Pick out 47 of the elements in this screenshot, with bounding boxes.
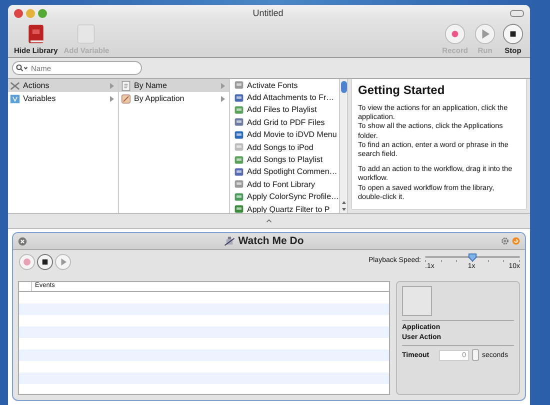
action-icon [234,117,244,128]
stop-icon [502,23,524,45]
panel-heading: Getting Started [358,83,446,97]
action-icon [234,142,244,152]
gear-icon[interactable] [501,237,509,245]
list-item[interactable]: Add Songs to iPod [230,140,339,154]
list-item[interactable]: Apply ColorSync Profile… [230,190,339,203]
list-item[interactable]: By Name [119,79,229,92]
action-icon [234,92,244,103]
scrollbar[interactable] [339,79,347,213]
scroll-thumb[interactable] [340,81,346,93]
blank-icon [75,23,98,45]
tools-icon [10,80,20,90]
list-item[interactable]: Add Movie to iDVD Menu [230,128,339,141]
list-item[interactable]: Add Grid to PDF Files [230,116,339,129]
list-item[interactable]: Activate Fonts [230,79,339,92]
close-button[interactable] [14,8,23,18]
action-icon [234,130,244,140]
scroll-arrows-icon[interactable] [340,199,346,213]
collapse-caret-icon[interactable] [266,219,272,223]
zoom-button[interactable] [38,8,47,18]
close-icon[interactable] [18,236,27,246]
stop-button[interactable] [37,254,53,270]
list-item[interactable]: Add to Font Library [230,178,339,191]
action-icon [234,154,244,165]
application-icon [121,94,131,104]
list-item[interactable]: Add Attachments to Fr… [230,91,339,104]
list-item[interactable]: Add Songs to Playlist [230,153,339,166]
list-item[interactable]: Add Spotlight Commen… [230,166,339,178]
stepper[interactable] [472,349,479,361]
action-icon [234,179,244,190]
record-icon [444,23,466,45]
list-item[interactable]: Actions [8,79,118,92]
image-well [402,286,432,316]
info-icon[interactable] [512,237,520,245]
action-title: Watch Me Do [238,235,304,247]
slider-thumb[interactable] [468,253,476,262]
list-item[interactable]: Variables [8,92,118,105]
list-item[interactable]: Add Files to Playlist [230,104,339,116]
action-icon [234,166,244,177]
toolbar-toggle-button[interactable] [510,10,524,16]
action-icon [234,192,244,202]
list-item[interactable]: Apply Quartz Filter to P [230,202,339,213]
window-title: Untitled [252,8,284,18]
list-item[interactable]: By Application [119,92,229,105]
search-icon [16,64,28,72]
action-icon [234,104,244,115]
